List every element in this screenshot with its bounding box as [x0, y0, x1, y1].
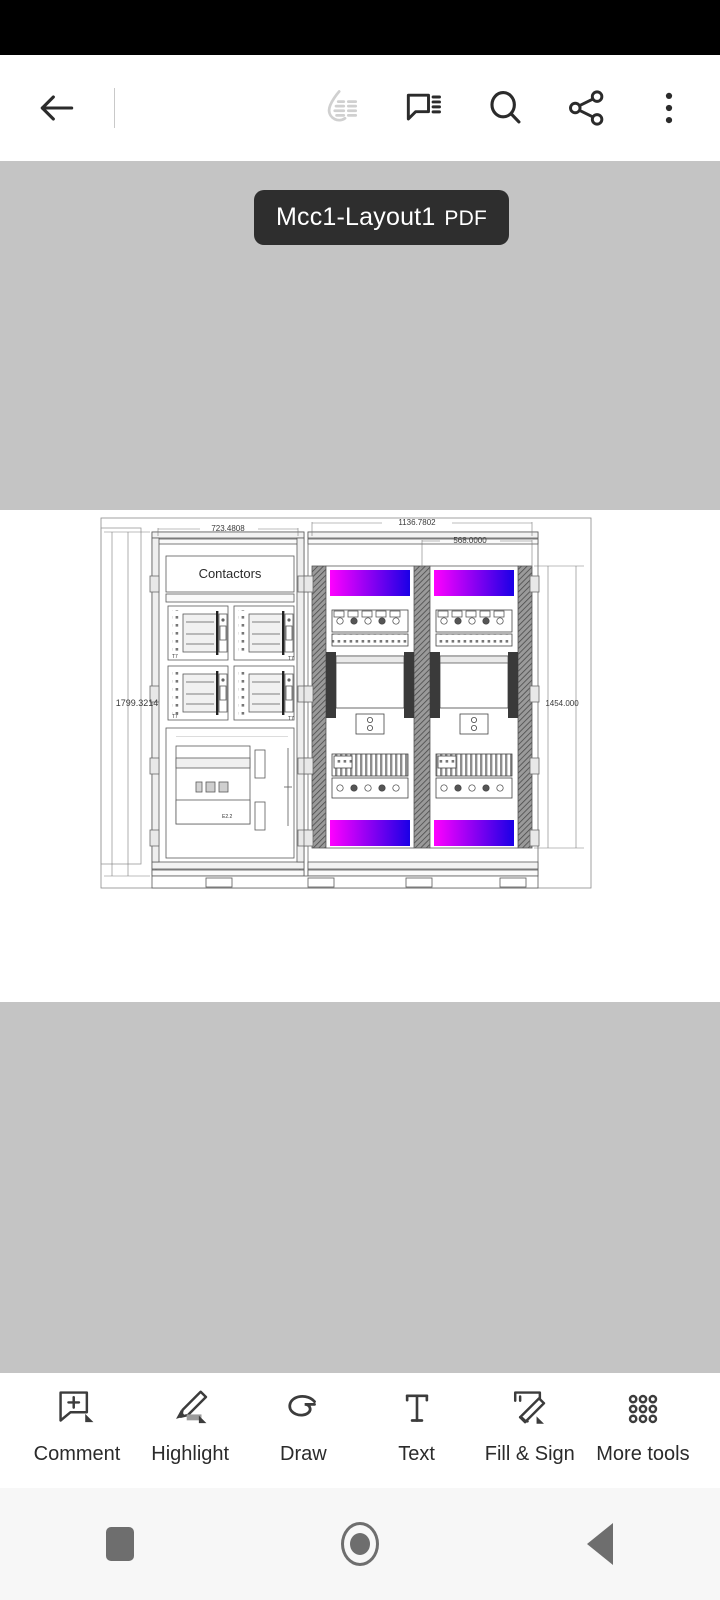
share-icon[interactable] — [556, 77, 618, 139]
dim-right-height: 1454.000 — [545, 699, 579, 708]
page-backdrop-bottom — [0, 1002, 720, 1373]
tool-text-label: Text — [398, 1443, 435, 1465]
more-options-icon[interactable] — [638, 77, 700, 139]
highlighter-icon — [167, 1385, 213, 1433]
draw-loop-icon — [280, 1385, 326, 1433]
cad-drawing: T7 T7 T7 T7 E2.2 723.4808 1136.7802 568.… — [0, 510, 720, 1002]
dim-top-left: 723.4808 — [211, 524, 245, 533]
app-toolbar-left — [0, 77, 115, 139]
back-button[interactable] — [545, 1514, 655, 1574]
toolbar-divider — [114, 88, 115, 128]
android-nav-bar — [0, 1488, 720, 1600]
svg-text:E2.2: E2.2 — [222, 814, 233, 820]
tool-more-tools[interactable]: More tools — [588, 1385, 698, 1466]
tool-comment[interactable]: Comment — [22, 1385, 132, 1466]
contactors-label: Contactors — [199, 566, 262, 581]
dim-left-height: 1799.3214 — [116, 698, 159, 708]
comment-icon[interactable] — [392, 77, 454, 139]
tool-comment-label: Comment — [33, 1443, 121, 1465]
app-toolbar — [0, 55, 720, 161]
comment-add-icon — [54, 1385, 100, 1433]
dim-top-right: 1136.7802 — [398, 518, 436, 527]
svg-text:T7: T7 — [172, 714, 178, 720]
status-bar — [0, 0, 720, 55]
tool-text[interactable]: Text — [362, 1385, 472, 1466]
tool-draw-label: Draw — [280, 1443, 327, 1465]
pdf-viewport[interactable]: T7 T7 T7 T7 E2.2 723.4808 1136.7802 568.… — [0, 161, 720, 1373]
cad-drawing-svg: T7 T7 T7 T7 E2.2 723.4808 1136.7802 568.… — [100, 517, 592, 889]
text-icon — [394, 1385, 440, 1433]
fill-sign-icon — [507, 1385, 553, 1433]
svg-text:T7: T7 — [288, 716, 294, 722]
document-title: Mcc1-Layout1 — [276, 203, 436, 231]
triangle-back-icon — [587, 1523, 613, 1565]
phone-screen: T7 T7 T7 T7 E2.2 723.4808 1136.7802 568.… — [0, 0, 720, 1600]
liquid-mode-icon[interactable] — [310, 77, 372, 139]
annotation-toolbar: Comment Highlight Draw Text Fill & Sign … — [0, 1373, 720, 1488]
tool-highlight[interactable]: Highlight — [135, 1385, 245, 1466]
grid-dots-icon — [620, 1385, 666, 1433]
circle-icon — [341, 1522, 379, 1566]
document-title-chip: Mcc1-Layout1 PDF — [254, 190, 510, 245]
pdf-page[interactable]: T7 T7 T7 T7 E2.2 723.4808 1136.7802 568.… — [0, 510, 720, 1002]
document-extension: PDF — [444, 207, 488, 230]
recents-button[interactable] — [65, 1514, 175, 1574]
search-icon[interactable] — [474, 77, 536, 139]
dim-inner-right: 568.0000 — [453, 536, 487, 545]
tool-more-tools-label: More tools — [596, 1443, 690, 1465]
tool-fill-sign[interactable]: Fill & Sign — [475, 1385, 585, 1466]
tool-draw[interactable]: Draw — [248, 1385, 358, 1466]
svg-text:T7: T7 — [172, 654, 178, 660]
home-button[interactable] — [305, 1514, 415, 1574]
tool-fill-sign-label: Fill & Sign — [484, 1443, 575, 1465]
svg-text:T7: T7 — [288, 656, 294, 662]
app-toolbar-actions — [310, 77, 720, 139]
tool-highlight-label: Highlight — [151, 1443, 230, 1465]
back-arrow-icon[interactable] — [26, 77, 88, 139]
square-icon — [106, 1527, 134, 1561]
